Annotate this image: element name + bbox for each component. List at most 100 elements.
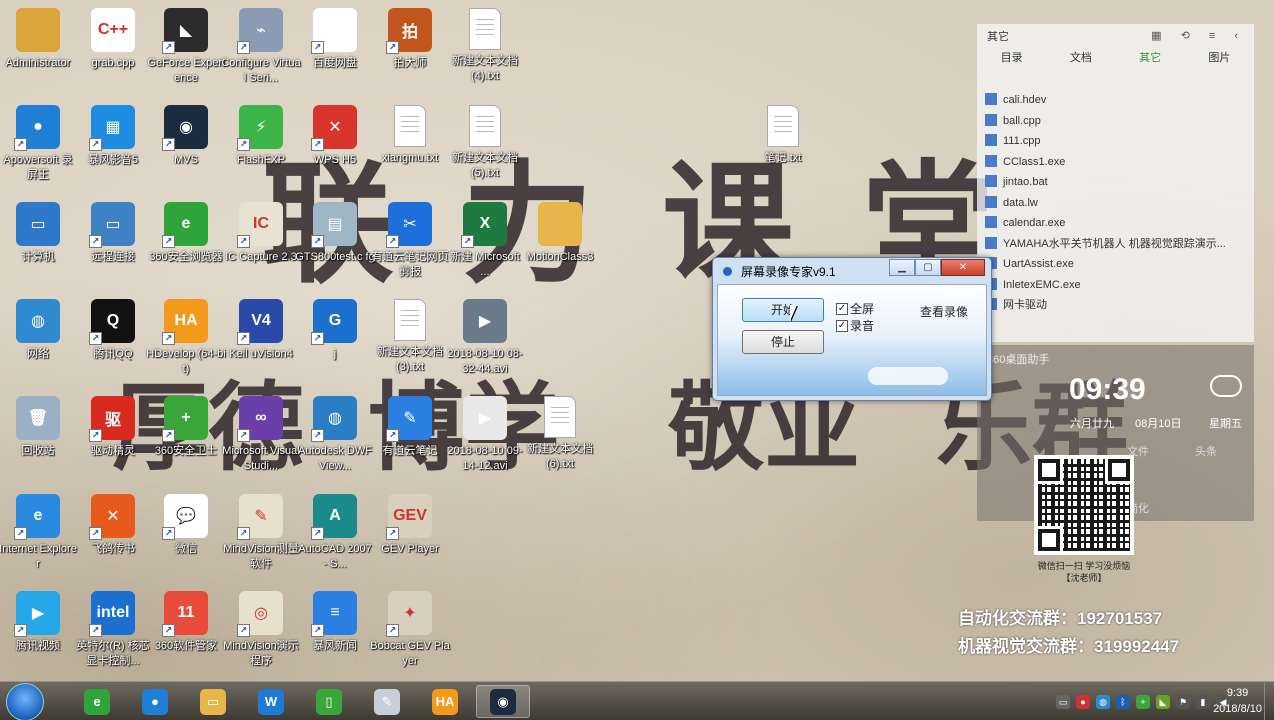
desktop-icon[interactable]: 11 ↗ 360软件管家 [146, 591, 226, 654]
taskbar-apowersoft[interactable]: ● [128, 685, 182, 718]
start-button[interactable] [6, 683, 44, 720]
desktop-icon[interactable]: V4 ↗ Keil uVision4 [221, 299, 301, 362]
stop-record-button[interactable]: 停止 [742, 330, 824, 354]
desktop-icon[interactable]: ▶ ↗ 腾讯视频 [0, 591, 78, 654]
recorder-dialog: 屏幕录像专家v9.1 ▁ ▢ ✕ 开始 停止 ✓ 全屏 ✓ 录音 查看录像 [712, 257, 992, 401]
desktop-icon[interactable]: ◣ ↗ GeForce Experience [146, 8, 226, 86]
panel-controls[interactable]: ▦ ⟲ ≡ ‹ [1151, 29, 1246, 42]
desktop-icon[interactable]: Administrator [0, 8, 78, 71]
taskbar-recorder[interactable]: ◉ [476, 685, 530, 718]
desktop-icon[interactable]: ☁ ↗ 百度网盘 [295, 8, 375, 71]
desktop-icon[interactable]: ◉ ↗ MVS [146, 105, 226, 168]
action-center-icon[interactable]: ⚑ [1176, 694, 1190, 709]
taskbar-explorer[interactable]: ▭ [186, 685, 240, 718]
desktop-icon[interactable]: 💬 ↗ 微信 [146, 494, 226, 557]
desktop-icon[interactable]: ◍ ↗ Autodesk DWF View... [295, 396, 375, 474]
desktop-icon[interactable]: G ↗ j [295, 299, 375, 362]
desktop-icon[interactable]: + ↗ 360安全卫士 [146, 396, 226, 459]
desktop-icon[interactable]: e ↗ Internet Explorer [0, 494, 78, 572]
panel-file-item[interactable]: cali.hdev [985, 90, 1254, 111]
taskbar-360-browser[interactable]: e [70, 685, 124, 718]
desktop-icon[interactable]: 新建文本文档 (4).txt [445, 8, 525, 84]
keyboard-icon[interactable]: ▭ [1056, 694, 1070, 709]
nvidia-tray-icon[interactable]: ◣ [1156, 694, 1170, 709]
network-tray-icon[interactable]: ◍ [1096, 694, 1110, 709]
desktop-icon[interactable]: ▦ ↗ 暴风影音5 [73, 105, 153, 168]
audio-checkbox[interactable]: ✓ 录音 [836, 317, 874, 334]
panel-file-item[interactable]: InletexEMC.exe [985, 275, 1254, 296]
desktop-icon[interactable]: 新建文本文档 (3).txt [370, 299, 450, 375]
desktop-icon[interactable]: GEV ↗ GEV Player [370, 494, 450, 557]
desktop-icon[interactable]: ▭ ↗ 远程连接 [73, 202, 153, 265]
desktop-icon[interactable]: ✂ ↗ 有道云笔记网页剪报 [370, 202, 450, 280]
desktop-icon[interactable]: ◎ ↗ MindVision演示程序 [221, 591, 301, 669]
taskbar-hdevelop[interactable]: HA [418, 685, 472, 718]
minimize-button[interactable]: ▁ [889, 259, 915, 276]
desktop-icon[interactable]: ≡ ↗ 暴风新闻 [295, 591, 375, 654]
desktop-icon[interactable]: ▶ 2018-08-10 09-14-12.avi [445, 396, 525, 474]
desktop-icon[interactable]: HA ↗ HDevelop (64-bit) [146, 299, 226, 377]
desktop-icon[interactable]: ⚡ ↗ FlashFXP [221, 105, 301, 168]
panel-file-item[interactable]: YAMAHA水平关节机器人 机器视觉跟踪演示... [985, 234, 1254, 255]
desktop-icon[interactable]: ✎ ↗ MindVision测量软件 [221, 494, 301, 572]
signal-icon[interactable]: ▮ [1196, 694, 1210, 709]
taskbar-green-app[interactable]: ▯ [302, 685, 356, 718]
360-tray-icon[interactable]: + [1136, 694, 1150, 709]
desktop-icon[interactable]: A ↗ AutoCAD 2007 - S... [295, 494, 375, 572]
panel-file-item[interactable]: jintao.bat [985, 172, 1254, 193]
panel-tab[interactable]: 目录 [977, 46, 1046, 70]
recorder-tray-icon[interactable]: ● [1076, 694, 1090, 709]
desktop-icon[interactable]: ✕ ↗ 飞鸽传书 [73, 494, 153, 557]
fullscreen-checkbox[interactable]: ✓ 全屏 [836, 300, 874, 317]
desktop-icon[interactable]: ● ↗ Apowersoft 录屏王 [0, 105, 78, 183]
taskbar-clock[interactable]: 9:39 2018/8/10 [1213, 685, 1262, 717]
desktop-icon[interactable]: 笔记.txt [743, 105, 823, 166]
desktop-icon[interactable]: IC ↗ IC Capture 2.3 [221, 202, 301, 265]
desktop-icon[interactable]: 🗑 回收站 [0, 396, 78, 459]
bluetooth-icon[interactable]: ᛒ [1116, 694, 1130, 709]
panel-tab-active[interactable]: 其它 [1116, 46, 1185, 70]
desktop-icon-label: 新建文本文档 (4).txt [452, 55, 518, 82]
file-icon [985, 113, 997, 126]
dialog-titlebar[interactable]: 屏幕录像专家v9.1 ▁ ▢ ✕ [713, 258, 991, 284]
panel-file-item[interactable]: calendar.exe [985, 213, 1254, 234]
panel-file-item[interactable]: 111.cpp [985, 131, 1254, 152]
desktop-icon[interactable]: C++ grab.cpp [73, 8, 153, 71]
desktop-icon[interactable]: ▭ 计算机 [0, 202, 78, 265]
desktop-icon[interactable]: ◍ 网络 [0, 299, 78, 362]
panel-tab[interactable]: 文档 [1046, 46, 1115, 70]
feige-icon: ✕ ↗ [89, 494, 135, 540]
desktop-icon[interactable]: e ↗ 360安全浏览器 [146, 202, 226, 265]
show-desktop-button[interactable] [1264, 682, 1274, 720]
desktop-icon[interactable]: ✕ ↗ WPS H5 [295, 105, 375, 168]
panel-file-item[interactable]: ball.cpp [985, 111, 1254, 132]
desktop-icon[interactable]: ✎ ↗ 有道云笔记 [370, 396, 450, 459]
desktop-icon[interactable]: ▤ ↗ GTS800test.c fg [295, 202, 375, 265]
close-button[interactable]: ✕ [941, 259, 985, 276]
desktop-icon[interactable]: 拍 ↗ 拍大师 [370, 8, 450, 71]
panel-file-item[interactable]: 网卡驱动 [985, 295, 1254, 316]
desktop-icon-label: 飞鸽传书 [91, 543, 135, 555]
desktop-icon[interactable]: ▶ 2018-08-10 08-32-44.avi [445, 299, 525, 377]
desktop-icon[interactable]: xiangmu.txt [370, 105, 450, 166]
desktop-icon[interactable]: ✦ ↗ Bobcat GEV Player [370, 591, 450, 669]
panel-file-item[interactable]: data.lw [985, 193, 1254, 214]
taskbar-paint[interactable]: ✎ [360, 685, 414, 718]
desktop-icon[interactable]: intel ↗ 英特尔(R) 核芯显卡控制... [73, 591, 153, 669]
panel-tab[interactable]: 图片 [1185, 46, 1254, 70]
panel-file-item[interactable]: CClass1.exe [985, 152, 1254, 173]
view-recordings-link[interactable]: 查看录像 [920, 303, 968, 320]
desktop-icon[interactable]: MotionClass3 [520, 202, 600, 265]
maximize-button[interactable]: ▢ [915, 259, 941, 276]
desktop-icon[interactable]: ∞ ↗ Microsoft Visual Studi... [221, 396, 301, 474]
taskbar-wps[interactable]: W [244, 685, 298, 718]
panel-file-item[interactable]: UartAssist.exe [985, 254, 1254, 275]
desktop-icon[interactable]: X ↗ 新建 Microsoft ... [445, 202, 525, 280]
desktop-icon[interactable]: 驱 ↗ 驱动精灵 [73, 396, 153, 459]
desktop-icon[interactable]: 新建文本文档 (6).txt [520, 396, 600, 472]
desktop-icon[interactable]: Q ↗ 腾讯QQ [73, 299, 153, 362]
desktop-icon[interactable]: ⌁ ↗ Configure Virtual Seri... [221, 8, 301, 86]
start-record-button[interactable]: 开始 [742, 298, 824, 322]
widget-news-link[interactable]: 头条 [1195, 443, 1217, 459]
desktop-icon[interactable]: 新建文本文档 (5).txt [445, 105, 525, 181]
